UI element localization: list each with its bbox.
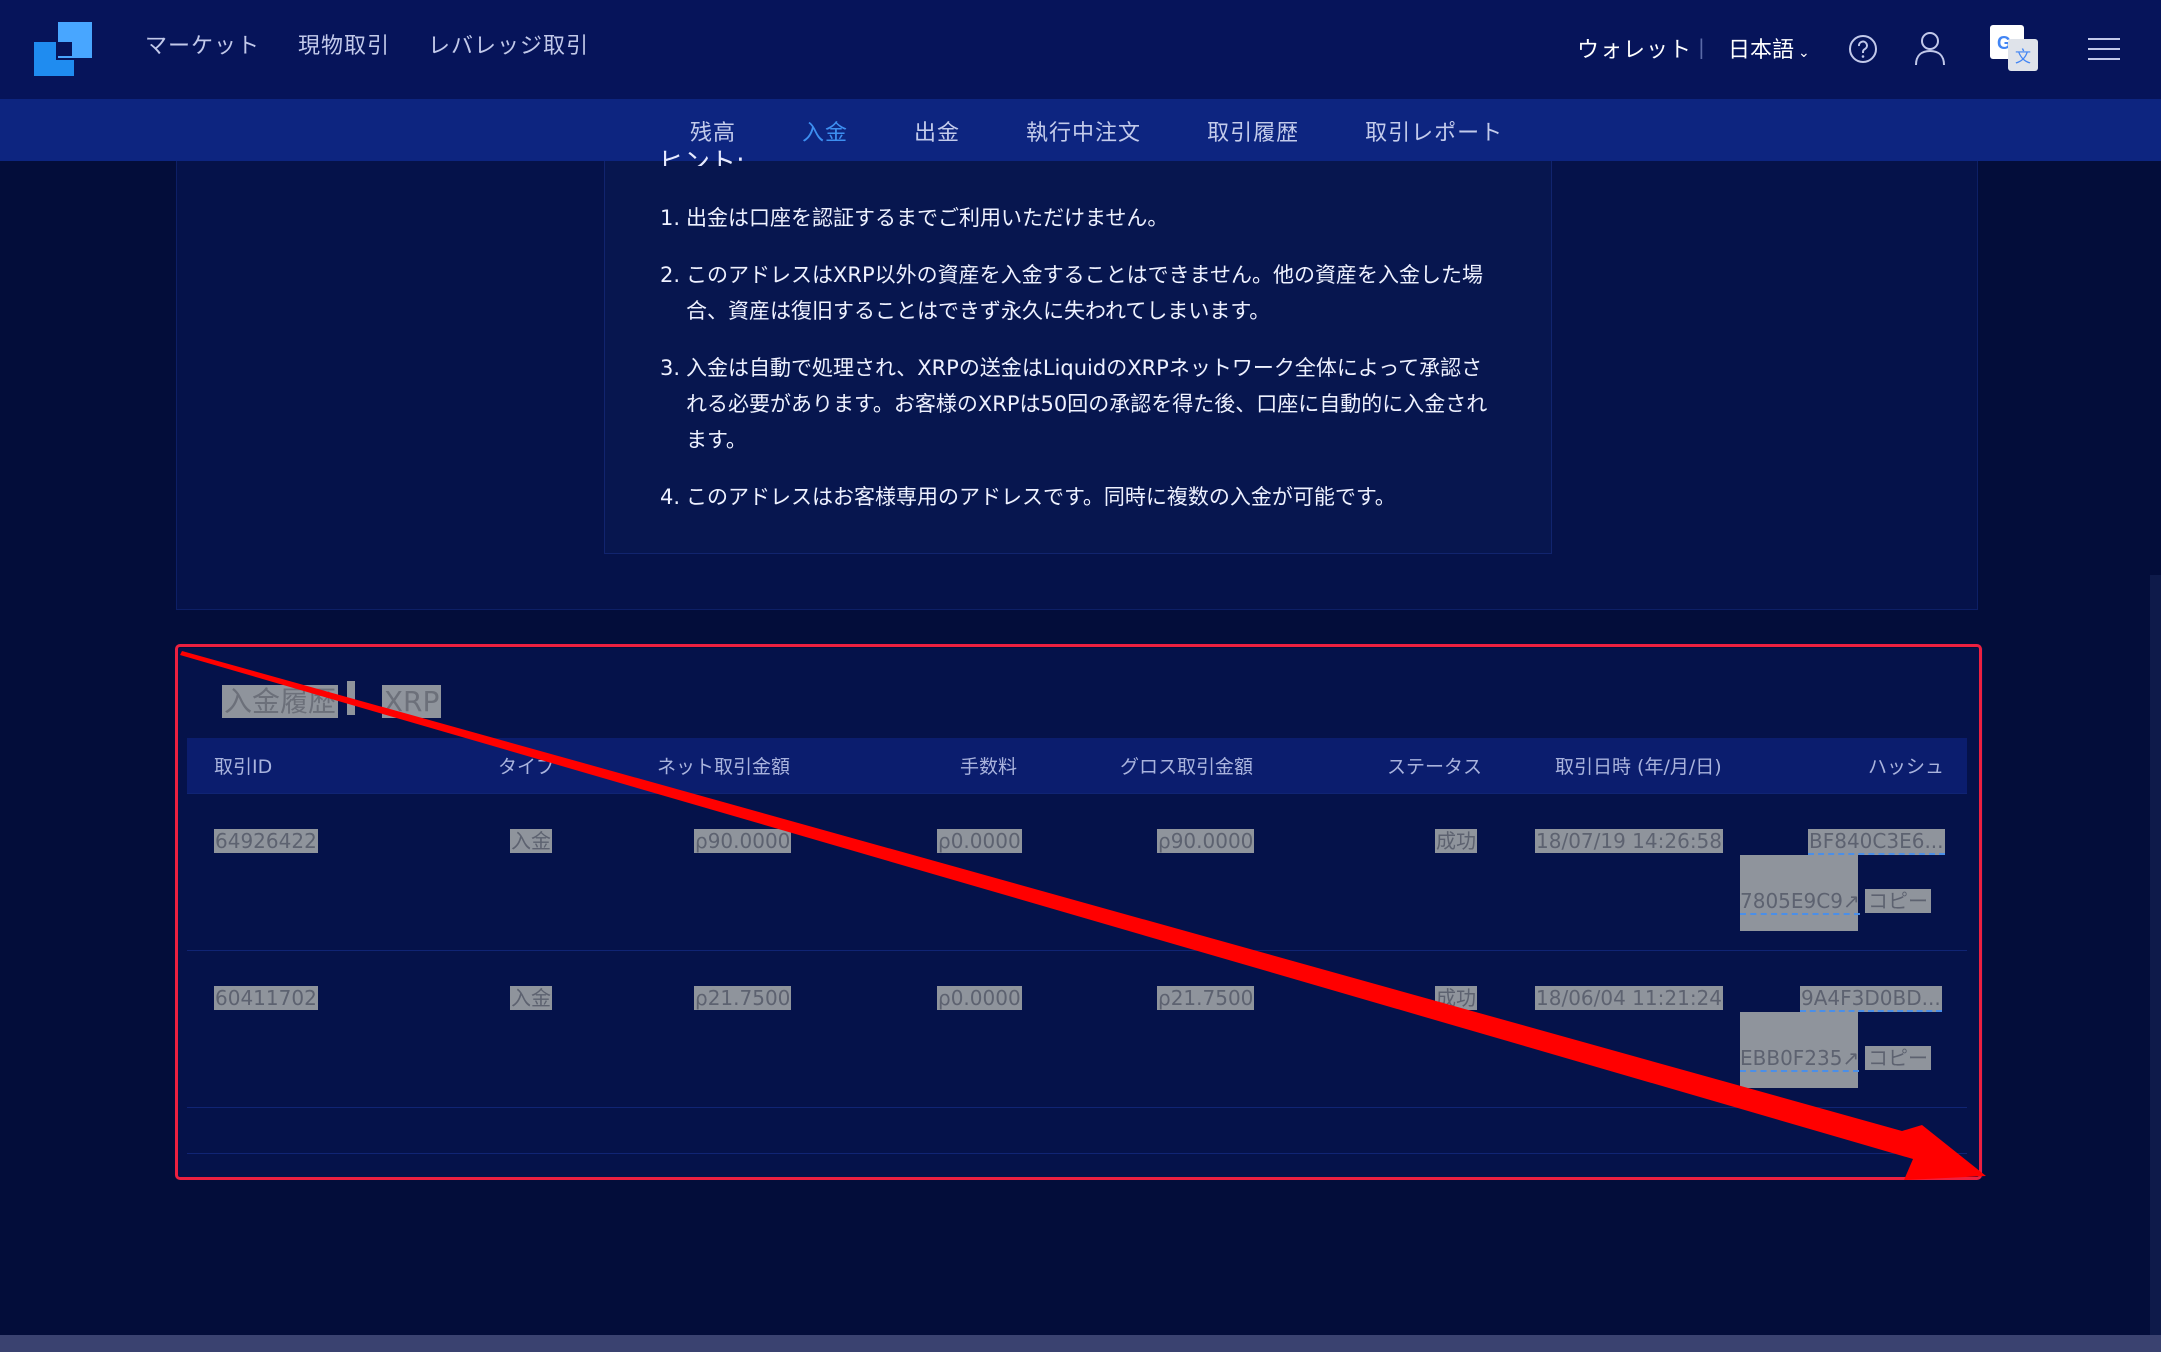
help-icon[interactable]	[1848, 34, 1878, 64]
scrollbar-track[interactable]	[2150, 575, 2161, 1335]
nav-leverage-trading[interactable]: レバレッジ取引	[428, 28, 589, 60]
user-account-icon[interactable]	[1913, 30, 1947, 66]
main-nav: マーケット 現物取引 レバレッジ取引	[145, 28, 589, 60]
tab-list: 残高 入金 出金 執行中注文 取引履歴 取引レポート	[690, 115, 1569, 147]
hint-item: 1. 出金は口座を認証するまでご利用いただけません。	[660, 200, 1500, 236]
tab-open-orders[interactable]: 執行中注文	[1026, 115, 1141, 147]
hint-list: 1. 出金は口座を認証するまでご利用いただけません。 2. このアドレスはXRP…	[660, 200, 1500, 536]
tab-trade-report[interactable]: 取引レポート	[1365, 115, 1503, 147]
nav-separator: |	[1698, 35, 1705, 59]
language-select[interactable]: 日本語 ⌄	[1728, 32, 1810, 64]
hint-number: 3.	[660, 356, 681, 380]
hint-number: 2.	[660, 263, 681, 287]
hamburger-menu-icon[interactable]	[2088, 36, 2120, 62]
hint-item: 3. 入金は自動で処理され、XRPの送金はLiquidのXRPネットワーク全体に…	[660, 350, 1500, 458]
hint-item: 2. このアドレスはXRP以外の資産を入金することはできません。他の資産を入金し…	[660, 257, 1500, 329]
horizontal-scrollbar[interactable]	[0, 1335, 2161, 1352]
annotation-highlight-box	[175, 644, 1982, 1180]
tab-withdraw[interactable]: 出金	[914, 115, 960, 147]
wallet-link[interactable]: ウォレット	[1577, 32, 1692, 64]
hint-item: 4. このアドレスはお客様専用のアドレスです。同時に複数の入金が可能です。	[660, 479, 1500, 515]
hint-text: 入金は自動で処理され、XRPの送金はLiquidのXRPネットワーク全体によって…	[686, 356, 1488, 452]
tab-balance[interactable]: 残高	[690, 115, 736, 147]
language-label: 日本語	[1728, 38, 1795, 63]
hint-text: 出金は口座を認証するまでご利用いただけません。	[686, 206, 1169, 230]
hint-number: 4.	[660, 485, 681, 509]
tab-deposit[interactable]: 入金	[802, 115, 848, 147]
google-translate-icon[interactable]: G 文	[1990, 25, 2040, 73]
hint-text: このアドレスはXRP以外の資産を入金することはできません。他の資産を入金した場合…	[686, 263, 1484, 323]
liquid-logo-icon[interactable]	[34, 22, 92, 76]
svg-text:文: 文	[2015, 47, 2031, 66]
nav-market[interactable]: マーケット	[145, 28, 260, 60]
chevron-down-icon: ⌄	[1798, 45, 1810, 61]
hint-text: このアドレスはお客様専用のアドレスです。同時に複数の入金が可能です。	[686, 485, 1396, 509]
tab-trade-history[interactable]: 取引履歴	[1207, 115, 1299, 147]
top-navbar: マーケット 現物取引 レバレッジ取引 ウォレット | 日本語 ⌄ G 文	[0, 0, 2161, 100]
wallet-subnav: 残高 入金 出金 執行中注文 取引履歴 取引レポート	[0, 99, 2161, 161]
hint-title: ヒント:	[658, 148, 745, 166]
nav-spot-trading[interactable]: 現物取引	[298, 28, 390, 60]
hint-number: 1.	[660, 206, 681, 230]
